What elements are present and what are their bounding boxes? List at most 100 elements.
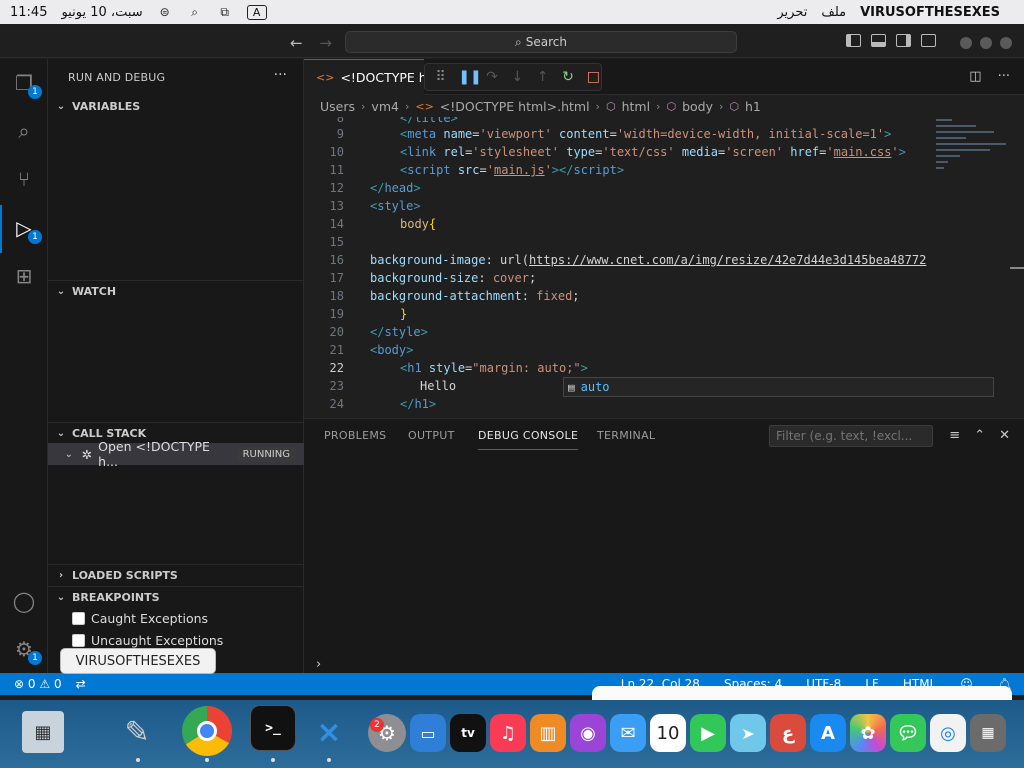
drag-handle-icon[interactable]: ⠿ xyxy=(433,69,448,85)
code-line: 21 <body> xyxy=(329,343,414,357)
chevron-down-icon: ⌄ xyxy=(56,592,66,603)
explorer-icon[interactable]: ❐ 1 xyxy=(10,69,42,99)
running-indicator xyxy=(205,758,209,762)
section-watch[interactable]: ⌄ WATCH xyxy=(48,280,304,302)
warning-icon: ⚠ xyxy=(39,677,51,691)
mail-icon[interactable]: ✉ xyxy=(610,714,646,752)
zoom-button[interactable] xyxy=(980,37,992,49)
menu-edit[interactable]: تحرير xyxy=(777,5,807,20)
breadcrumb-item[interactable]: h1 xyxy=(745,99,761,114)
menu-file[interactable]: ملف xyxy=(821,5,846,20)
call-stack-session[interactable]: ⌄ ✲ Open <!DOCTYPE h... RUNNING xyxy=(48,439,304,469)
breadcrumb-item[interactable]: vm4 xyxy=(371,99,399,114)
notification-badge: 2 xyxy=(370,718,384,732)
launchpad-icon[interactable]: ▦ xyxy=(970,714,1006,752)
input-source[interactable]: A xyxy=(246,4,267,20)
close-panel-icon[interactable]: ✕ xyxy=(999,428,1010,443)
run-debug-icon[interactable]: ▷ 1 xyxy=(10,214,42,244)
keynote-icon[interactable]: ▭ xyxy=(410,714,446,752)
app-menu[interactable]: VIRUSOFTHESEXES xyxy=(860,5,1000,20)
debug-badge: 1 xyxy=(28,230,42,244)
tab-output[interactable]: OUTPUT xyxy=(408,429,455,442)
breadcrumb-item[interactable]: body xyxy=(682,99,713,114)
back-arrow-icon[interactable]: ← xyxy=(290,34,303,52)
step-out-icon[interactable]: ↑ xyxy=(535,69,550,85)
minimize-button[interactable] xyxy=(960,37,972,49)
photos-icon[interactable]: ✿ xyxy=(850,714,886,752)
breadcrumb-item[interactable]: html xyxy=(622,99,650,114)
app-store-icon[interactable]: A xyxy=(810,714,846,752)
run-debug-sidebar: RUN AND DEBUG ··· ⌄ VARIABLES ⌄ WATCH ⌄ … xyxy=(48,59,304,673)
stop-icon[interactable]: □ xyxy=(586,69,601,85)
caught-checkbox[interactable] xyxy=(72,611,85,625)
clock[interactable]: 11:45 xyxy=(10,5,47,20)
console-filter-input[interactable] xyxy=(769,425,933,447)
section-loaded-scripts[interactable]: › LOADED SCRIPTS xyxy=(48,564,304,586)
editor-scrollbar[interactable] xyxy=(1010,267,1024,269)
maps-icon[interactable]: ➤ xyxy=(730,714,766,752)
dictionary-icon[interactable]: ع xyxy=(770,714,806,752)
chevron-down-icon: ⌄ xyxy=(56,428,66,439)
search-icon: ⌕ xyxy=(515,34,522,49)
customize-layout-icon[interactable] xyxy=(921,34,936,47)
date[interactable]: سبت، 10 يونيو xyxy=(61,5,142,20)
music-icon[interactable]: ♫ xyxy=(490,714,526,752)
step-over-icon[interactable]: ↷ xyxy=(484,69,499,85)
repl-prompt-icon[interactable]: › xyxy=(316,657,321,672)
menu-bar: 11:45 سبت، 10 يونيو ⊜ ⌕ ⧉ A تحرير ملف VI… xyxy=(0,0,1024,24)
debug-status-icon[interactable]: ⇄ xyxy=(76,677,86,691)
restart-icon[interactable]: ↻ xyxy=(560,69,575,85)
breadcrumb-item[interactable]: <!DOCTYPE html>.html xyxy=(440,99,590,114)
tab-terminal[interactable]: TERMINAL xyxy=(597,429,655,442)
chevron-right-icon: › xyxy=(656,99,661,113)
podcasts-icon[interactable]: ◉ xyxy=(570,714,606,752)
command-center-search[interactable]: ⌕ Search xyxy=(345,31,737,53)
dock-tooltip: VIRUSOFTHESEXES xyxy=(60,648,216,674)
apple-tv-icon[interactable]: tv xyxy=(450,714,486,752)
accounts-icon[interactable]: ◯ xyxy=(10,587,38,615)
search-view-icon[interactable]: ⌕ xyxy=(10,117,38,145)
section-variables[interactable]: ⌄ VARIABLES xyxy=(48,95,304,117)
vscode-icon[interactable]: ⨯ xyxy=(308,711,350,753)
source-control-icon[interactable]: ⑂ xyxy=(10,165,38,193)
messages-icon[interactable]: 💬︎ xyxy=(890,714,926,752)
split-editor-icon[interactable]: ◫ xyxy=(969,69,981,84)
chevron-right-icon: › xyxy=(595,99,600,113)
spotlight-icon[interactable]: ⌕ xyxy=(187,5,203,19)
code-editor[interactable]: 8 </title> 9 <meta name='viewport' content… xyxy=(304,117,1024,417)
more-actions-icon[interactable]: ··· xyxy=(998,69,1010,84)
problems-status[interactable]: ⊗ 0 ⚠ 0 xyxy=(14,677,62,691)
calendar-icon[interactable]: 10 xyxy=(650,714,686,752)
section-breakpoints[interactable]: ⌄ BREAKPOINTS xyxy=(48,586,304,608)
more-actions-icon[interactable]: ··· xyxy=(274,67,287,83)
pause-icon[interactable]: ❚❚ xyxy=(458,69,481,85)
extensions-icon[interactable]: ⊞ xyxy=(10,262,38,290)
facetime-icon[interactable]: ▶ xyxy=(690,714,726,752)
manage-gear-icon[interactable]: ⚙ 1 xyxy=(10,635,42,665)
toggle-panel-icon[interactable] xyxy=(871,34,886,47)
clear-console-icon[interactable]: ≡ xyxy=(949,428,960,443)
toggle-secondary-sidebar-icon[interactable] xyxy=(896,34,911,47)
editor-tab[interactable]: <> <!DOCTYPE ht xyxy=(304,59,424,95)
forward-arrow-icon[interactable]: → xyxy=(319,34,332,52)
screen-mirroring-icon[interactable]: ⧉ xyxy=(217,5,233,19)
code-line: 17 background-size: cover; xyxy=(329,271,537,285)
dock-app-script-icon[interactable]: ✎ xyxy=(116,711,158,753)
uncaught-checkbox[interactable] xyxy=(72,633,85,647)
dock-screenshot-thumbnail[interactable]: ▦ xyxy=(22,711,64,753)
toggle-sidebar-icon[interactable] xyxy=(846,34,861,47)
html-file-icon: <> xyxy=(316,71,335,84)
control-center-icon[interactable]: ⊜ xyxy=(157,5,173,19)
autocomplete-suggestion[interactable]: ▤ auto xyxy=(563,377,994,397)
tab-problems[interactable]: PROBLEMS xyxy=(324,429,386,442)
terminal-icon[interactable]: >_ xyxy=(250,705,296,751)
close-button[interactable] xyxy=(1000,37,1012,49)
books-icon[interactable]: ▥ xyxy=(530,714,566,752)
step-into-icon[interactable]: ↓ xyxy=(510,69,525,85)
breadcrumb-item[interactable]: Users xyxy=(320,99,355,114)
tab-debug-console[interactable]: DEBUG CONSOLE xyxy=(478,429,579,450)
chrome-icon[interactable] xyxy=(182,706,232,756)
maximize-panel-icon[interactable]: ⌃ xyxy=(974,428,985,443)
safari-icon[interactable]: ◎ xyxy=(930,714,966,752)
breakpoint-caught[interactable]: Caught Exceptions xyxy=(72,607,208,629)
